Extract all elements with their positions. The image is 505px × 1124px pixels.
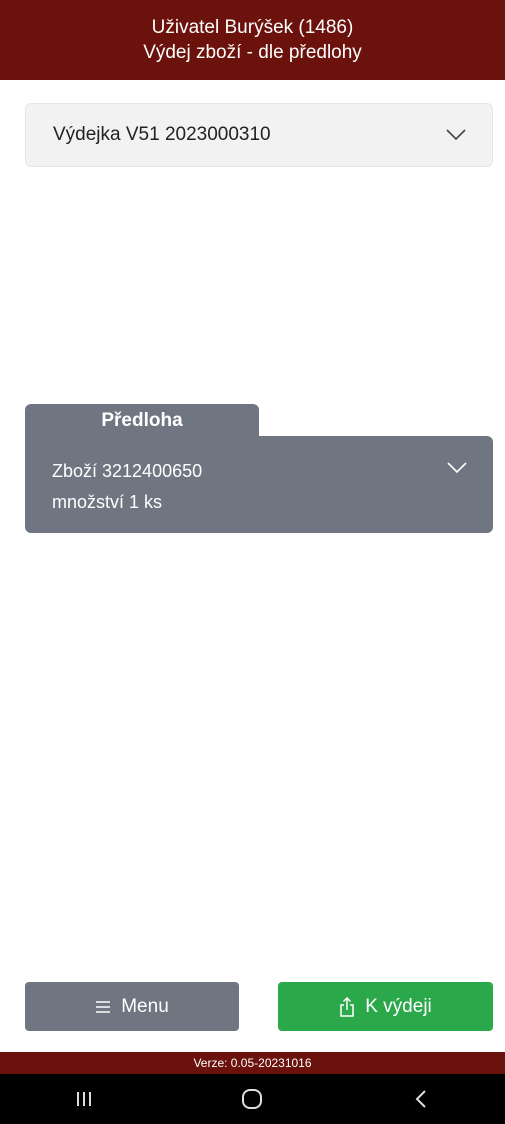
chevron-down-icon — [446, 129, 466, 141]
hamburger-icon — [95, 1000, 111, 1014]
recent-apps-button[interactable] — [54, 1079, 114, 1119]
back-icon — [415, 1090, 426, 1108]
chevron-down-icon — [447, 462, 467, 474]
issue-button-label: K výdeji — [365, 995, 432, 1017]
app-header: Uživatel Burýšek (1486) Výdej zboží - dl… — [0, 0, 505, 80]
user-label: Uživatel Burýšek (1486) — [151, 17, 354, 38]
share-icon — [339, 996, 355, 1017]
home-button[interactable] — [222, 1079, 282, 1119]
menu-button[interactable]: Menu — [25, 982, 239, 1031]
item-label: Zboží 3212400650 — [52, 461, 203, 481]
menu-button-label: Menu — [121, 995, 169, 1017]
issue-button[interactable]: K výdeji — [278, 982, 493, 1031]
home-icon — [242, 1089, 263, 1109]
template-item-select[interactable]: Zboží 3212400650 množství 1 ks — [25, 436, 493, 533]
version-bar: Verze: 0.05-20231016 — [0, 1052, 505, 1074]
document-select-value: Výdejka V51 2023000310 — [53, 124, 271, 145]
document-select[interactable]: Výdejka V51 2023000310 — [25, 103, 493, 167]
template-tab: Předloha — [25, 404, 259, 437]
recent-apps-icon — [77, 1092, 92, 1106]
back-button[interactable] — [391, 1079, 451, 1119]
system-nav-bar — [0, 1074, 505, 1124]
page-title: Výdej zboží - dle předlohy — [143, 42, 362, 63]
quantity-label: množství 1 ks — [52, 492, 163, 512]
